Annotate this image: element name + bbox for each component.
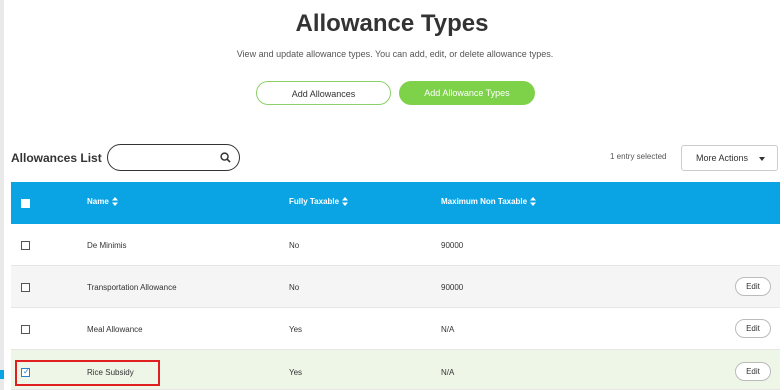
- allowances-list-title: Allowances List: [11, 151, 102, 165]
- table-row[interactable]: Transportation Allowance No 90000 Edit: [11, 266, 780, 308]
- edit-button[interactable]: Edit: [735, 319, 771, 338]
- sort-icon[interactable]: [530, 197, 537, 206]
- cell-fully-taxable: Yes: [289, 368, 303, 377]
- column-header-name[interactable]: Name: [87, 197, 118, 206]
- sort-icon[interactable]: [342, 197, 349, 206]
- add-allowance-types-button[interactable]: Add Allowance Types: [399, 81, 535, 105]
- cell-max-non-taxable: 90000: [441, 283, 464, 292]
- cell-fully-taxable: No: [289, 283, 300, 292]
- selection-highlight-box: [15, 360, 160, 386]
- column-header-fully-taxable-label: Fully Taxable: [289, 197, 340, 206]
- cell-name: Transportation Allowance: [87, 283, 177, 292]
- column-header-name-label: Name: [87, 197, 109, 206]
- row-checkbox[interactable]: [21, 325, 30, 334]
- table-header: Name Fully Taxable Maximum Non Taxable: [11, 182, 780, 224]
- search-icon[interactable]: [220, 152, 231, 163]
- scroll-marker: [0, 370, 4, 379]
- cell-fully-taxable: Yes: [289, 325, 303, 334]
- page-title: Allowance Types: [295, 10, 489, 37]
- cell-max-non-taxable: 90000: [441, 241, 464, 250]
- table-row[interactable]: De Minimis No 90000: [11, 224, 780, 266]
- column-header-fully-taxable[interactable]: Fully Taxable: [289, 197, 349, 206]
- caret-down-icon: [759, 157, 765, 161]
- more-actions-label: More Actions: [696, 153, 749, 163]
- cell-name: De Minimis: [87, 241, 127, 250]
- table-row[interactable]: Meal Allowance Yes N/A Edit: [11, 308, 780, 350]
- cell-max-non-taxable: N/A: [441, 368, 455, 377]
- row-checkbox[interactable]: [21, 241, 30, 250]
- page-subtitle: View and update allowance types. You can…: [236, 49, 554, 59]
- select-all-checkbox[interactable]: [21, 199, 30, 208]
- column-header-max-non-taxable[interactable]: Maximum Non Taxable: [441, 197, 537, 206]
- selected-entry-count: 1 entry selected: [610, 152, 667, 161]
- sort-icon[interactable]: [111, 197, 118, 206]
- edit-button[interactable]: Edit: [735, 277, 771, 296]
- edit-button[interactable]: Edit: [735, 362, 771, 381]
- cell-fully-taxable: No: [289, 241, 300, 250]
- add-allowances-button[interactable]: Add Allowances: [256, 81, 391, 105]
- search-input[interactable]: [107, 144, 240, 171]
- row-checkbox[interactable]: [21, 283, 30, 292]
- column-header-max-non-taxable-label: Maximum Non Taxable: [441, 197, 528, 206]
- more-actions-dropdown[interactable]: More Actions: [681, 145, 778, 171]
- cell-name: Meal Allowance: [87, 325, 143, 334]
- cell-max-non-taxable: N/A: [441, 325, 455, 334]
